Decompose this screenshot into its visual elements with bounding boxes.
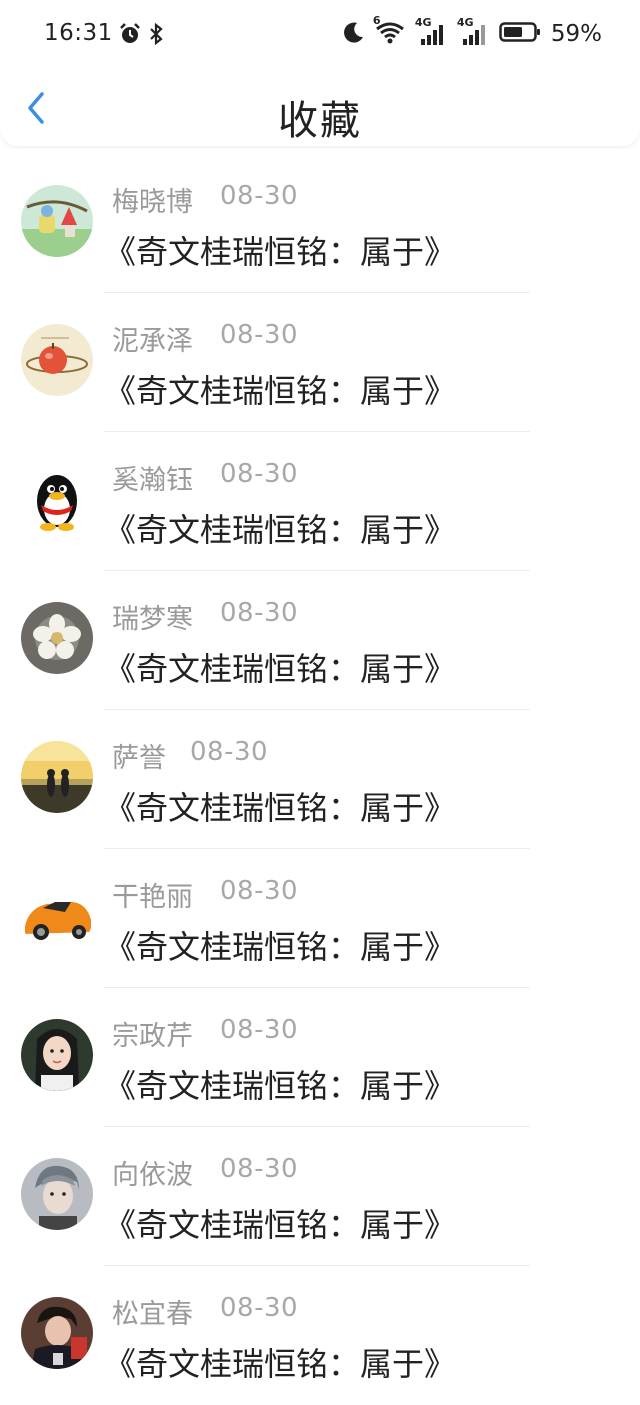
favorites-list: 梅晓博 08-30 《奇文桂瑞恒铭：属于》 泥承泽 08-30 《奇文桂瑞恒铭：… <box>0 154 640 1405</box>
list-item[interactable]: 松宜春 08-30 《奇文桂瑞恒铭：属于》 <box>0 1266 640 1405</box>
user-name: 瑞梦寒 <box>112 604 193 635</box>
list-item[interactable]: 萨誉 08-30 《奇文桂瑞恒铭：属于》 <box>0 710 640 849</box>
item-date: 08-30 <box>220 1154 299 1184</box>
user-name: 梅晓博 <box>112 187 193 218</box>
list-item[interactable]: 瑞梦寒 08-30 《奇文桂瑞恒铭：属于》 <box>0 571 640 710</box>
wifi-icon: 6 <box>373 14 405 48</box>
user-name: 干艳丽 <box>112 882 193 913</box>
avatar <box>21 602 93 674</box>
battery-icon <box>499 20 541 48</box>
avatar <box>21 324 93 396</box>
item-date: 08-30 <box>220 876 299 906</box>
user-name: 泥承泽 <box>112 326 193 357</box>
list-item[interactable]: 宗政芹 08-30 《奇文桂瑞恒铭：属于》 <box>0 988 640 1127</box>
item-date: 08-30 <box>220 1293 299 1323</box>
signal-icon-1: 4G <box>415 16 447 46</box>
network-label-2: 4G <box>456 16 474 29</box>
network-label-1: 4G <box>414 16 432 29</box>
user-name: 萨誉 <box>112 743 166 774</box>
item-title: 《奇文桂瑞恒铭：属于》 <box>104 789 457 827</box>
list-item[interactable]: 向依波 08-30 《奇文桂瑞恒铭：属于》 <box>0 1127 640 1266</box>
alarm-icon <box>118 22 142 50</box>
user-name: 奚瀚钰 <box>112 465 193 496</box>
status-bar: 16:31 6 4G 4G 59% <box>0 0 640 70</box>
avatar <box>21 1019 93 1091</box>
page-title: 收藏 <box>278 98 362 144</box>
list-item[interactable]: 梅晓博 08-30 《奇文桂瑞恒铭：属于》 <box>0 154 640 293</box>
avatar <box>21 185 93 257</box>
item-date: 08-30 <box>190 737 269 767</box>
nav-bar: 收藏 <box>0 70 640 146</box>
signal-icon-2: 4G <box>457 16 489 46</box>
item-title: 《奇文桂瑞恒铭：属于》 <box>104 928 457 966</box>
avatar <box>21 1297 93 1369</box>
item-date: 08-30 <box>220 1015 299 1045</box>
avatar <box>21 463 93 535</box>
user-name: 宗政芹 <box>112 1021 193 1052</box>
item-title: 《奇文桂瑞恒铭：属于》 <box>104 1345 457 1383</box>
avatar <box>21 741 93 813</box>
status-time: 16:31 <box>44 20 113 46</box>
item-date: 08-30 <box>220 320 299 350</box>
moon-icon <box>343 20 365 48</box>
list-item[interactable]: 泥承泽 08-30 《奇文桂瑞恒铭：属于》 <box>0 293 640 432</box>
user-name: 松宜春 <box>112 1299 193 1330</box>
battery-percentage: 59% <box>550 21 602 47</box>
list-item[interactable]: 奚瀚钰 08-30 《奇文桂瑞恒铭：属于》 <box>0 432 640 571</box>
bluetooth-icon <box>148 22 164 50</box>
item-date: 08-30 <box>220 459 299 489</box>
avatar <box>21 880 93 952</box>
item-title: 《奇文桂瑞恒铭：属于》 <box>104 1067 457 1105</box>
avatar <box>21 1158 93 1230</box>
wifi-label: 6 <box>372 14 381 27</box>
list-item[interactable]: 干艳丽 08-30 《奇文桂瑞恒铭：属于》 <box>0 849 640 988</box>
user-name: 向依波 <box>112 1160 193 1191</box>
item-title: 《奇文桂瑞恒铭：属于》 <box>104 1206 457 1244</box>
item-title: 《奇文桂瑞恒铭：属于》 <box>104 511 457 549</box>
item-title: 《奇文桂瑞恒铭：属于》 <box>104 233 457 271</box>
item-title: 《奇文桂瑞恒铭：属于》 <box>104 372 457 410</box>
item-date: 08-30 <box>220 181 299 211</box>
item-title: 《奇文桂瑞恒铭：属于》 <box>104 650 457 688</box>
item-date: 08-30 <box>220 598 299 628</box>
